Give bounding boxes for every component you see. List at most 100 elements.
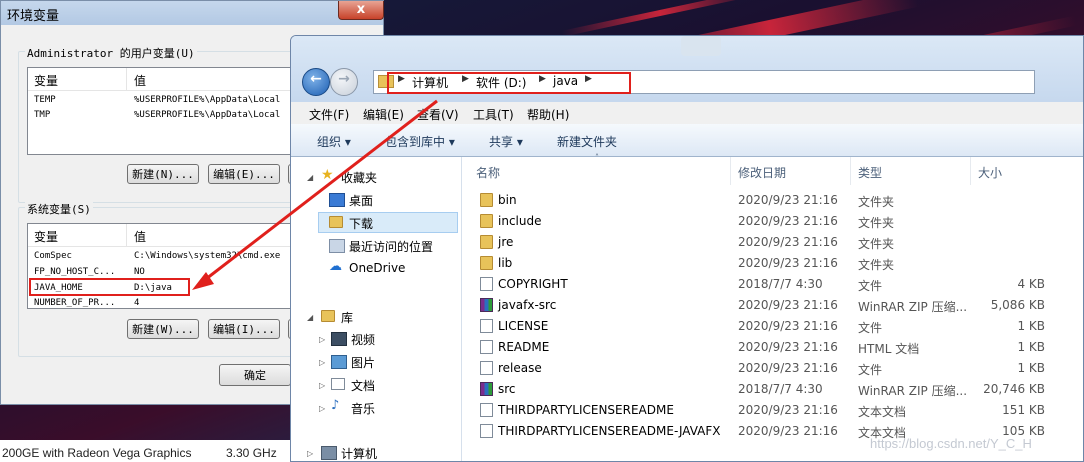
- download-folder-icon: [329, 216, 343, 228]
- share-button[interactable]: 共享 ▾: [489, 133, 523, 150]
- library-icon: [321, 310, 335, 322]
- dialog-titlebar: 环境变量 x: [1, 1, 384, 25]
- file-name: bin: [498, 193, 517, 207]
- organize-button[interactable]: 组织 ▾: [317, 133, 351, 150]
- table-row[interactable]: jre 2020/9/23 21:16 文件夹: [462, 232, 1083, 253]
- user-new-button[interactable]: 新建(N)...: [127, 164, 199, 184]
- folder-icon: [480, 193, 493, 207]
- forward-button[interactable]: →: [330, 68, 358, 96]
- nav-label: 图片: [351, 356, 376, 370]
- column-header-type[interactable]: 类型: [852, 157, 970, 185]
- system-edit-button[interactable]: 编辑(I)...: [208, 319, 280, 339]
- expand-icon[interactable]: ▷: [307, 449, 313, 458]
- file-type: 文件: [858, 279, 883, 293]
- expand-icon[interactable]: ▷: [319, 335, 325, 344]
- nav-label: 下载: [349, 217, 374, 231]
- menu-file[interactable]: 文件(F): [309, 106, 349, 123]
- ok-button[interactable]: 确定: [219, 364, 291, 386]
- table-row[interactable]: COPYRIGHT 2018/7/7 4:30 文件 4 KB: [462, 274, 1083, 295]
- file-size: 4 KB: [1017, 277, 1045, 291]
- nav-label: 库: [341, 311, 354, 325]
- file-type: 文件夹: [858, 237, 895, 251]
- file-type: 文件夹: [858, 216, 895, 230]
- column-header-name[interactable]: 名称 ˄: [462, 153, 724, 185]
- file-icon: [480, 319, 493, 333]
- var-name: NUMBER_OF_PR...: [34, 298, 116, 308]
- column-value: 值: [134, 74, 147, 88]
- recent-places-icon: [329, 239, 345, 253]
- nav-label: OneDrive: [349, 261, 406, 275]
- file-type: 文件夹: [858, 258, 895, 272]
- nav-label: 文档: [351, 379, 376, 393]
- new-folder-button[interactable]: 新建文件夹: [557, 133, 617, 150]
- close-button[interactable]: x: [338, 1, 384, 20]
- file-name: release: [498, 361, 542, 375]
- menu-help[interactable]: 帮助(H): [527, 106, 569, 123]
- file-type: 文本文档: [858, 405, 907, 419]
- folder-icon: [480, 235, 493, 249]
- menu-view[interactable]: 查看(V): [417, 106, 459, 123]
- command-toolbar: 组织 ▾ 包含到库中 ▾ 共享 ▾ 新建文件夹: [291, 124, 1083, 157]
- menu-edit[interactable]: 编辑(E): [363, 106, 404, 123]
- column-header-size[interactable]: 大小: [972, 157, 1082, 185]
- file-type: WinRAR ZIP 压缩...: [858, 384, 968, 398]
- column-value: 值: [134, 230, 147, 244]
- table-row[interactable]: bin 2020/9/23 21:16 文件夹: [462, 190, 1083, 211]
- header-label: 大小: [978, 166, 1003, 180]
- table-row[interactable]: lib 2020/9/23 21:16 文件夹: [462, 253, 1083, 274]
- expand-icon[interactable]: ▷: [319, 381, 325, 390]
- explorer-window: ← → ▶ 计算机 ▶ 软件 (D:) ▶ java ▶ 文件(F) 编辑(E)…: [290, 35, 1084, 462]
- include-in-library-button[interactable]: 包含到库中 ▾: [385, 133, 455, 150]
- file-size: 1 KB: [1017, 319, 1045, 333]
- system-variables-label: 系统变量(S): [25, 201, 93, 217]
- file-icon: [480, 361, 493, 375]
- menu-tools[interactable]: 工具(T): [473, 106, 514, 123]
- table-row[interactable]: release 2020/9/23 21:16 文件 1 KB: [462, 358, 1083, 379]
- file-name: LICENSE: [498, 319, 549, 333]
- system-info-strip: 200GE with Radeon Vega Graphics 3.30 GHz: [0, 440, 300, 462]
- nav-label: 桌面: [349, 194, 374, 208]
- table-row[interactable]: src 2018/7/7 4:30 WinRAR ZIP 压缩... 20,746 K…: [462, 379, 1083, 400]
- header-label: 名称: [476, 166, 501, 180]
- file-icon: [480, 340, 493, 354]
- expand-icon[interactable]: ▷: [319, 358, 325, 367]
- archive-icon: [480, 382, 493, 396]
- folder-icon: [480, 214, 493, 228]
- gear-icon: [681, 36, 721, 56]
- table-row[interactable]: README 2020/9/23 21:16 HTML 文档 1 KB: [462, 337, 1083, 358]
- collapse-icon[interactable]: ◢: [307, 313, 313, 322]
- table-row[interactable]: LICENSE 2020/9/23 21:16 文件 1 KB: [462, 316, 1083, 337]
- var-name: FP_NO_HOST_C...: [34, 267, 116, 277]
- file-name: src: [498, 382, 516, 396]
- file-type: 文件: [858, 363, 883, 377]
- java-home-highlight: [29, 278, 190, 296]
- forward-arrow-icon: →: [338, 71, 350, 87]
- header-label: 类型: [858, 166, 883, 180]
- column-header-modified[interactable]: 修改日期: [732, 157, 850, 185]
- back-button[interactable]: ←: [302, 68, 330, 96]
- cloud-icon: ☁: [329, 259, 342, 274]
- star-icon: ★: [321, 167, 334, 183]
- table-row[interactable]: THIRDPARTYLICENSEREADME 2020/9/23 21:16 文本…: [462, 400, 1083, 421]
- file-modified: 2020/9/23 21:16: [738, 340, 838, 354]
- var-value: %USERPROFILE%\AppData\Local: [134, 95, 281, 105]
- file-modified: 2020/9/23 21:16: [738, 256, 838, 270]
- file-name: THIRDPARTYLICENSEREADME: [498, 403, 674, 417]
- file-icon: [480, 277, 493, 291]
- collapse-icon[interactable]: ◢: [307, 173, 313, 182]
- expand-icon[interactable]: ▷: [319, 404, 325, 413]
- file-size: 20,746 KB: [983, 382, 1045, 396]
- file-modified: 2020/9/23 21:16: [738, 403, 838, 417]
- user-variables-label: Administrator 的用户变量(U): [25, 45, 197, 61]
- system-new-button[interactable]: 新建(W)...: [127, 319, 199, 339]
- file-list: 名称 ˄ 修改日期 类型 大小 bin 2020/9/23 21:16 文件夹 inc…: [462, 153, 1083, 461]
- file-modified: 2020/9/23 21:16: [738, 361, 838, 375]
- file-modified: 2018/7/7 4:30: [738, 382, 823, 396]
- file-modified: 2018/7/7 4:30: [738, 277, 823, 291]
- file-name: COPYRIGHT: [498, 277, 568, 291]
- watermark: https://blog.csdn.net/Y_C_H: [870, 436, 1032, 451]
- user-edit-button[interactable]: 编辑(E)...: [208, 164, 280, 184]
- file-type: WinRAR ZIP 压缩...: [858, 300, 968, 314]
- table-row[interactable]: include 2020/9/23 21:16 文件夹: [462, 211, 1083, 232]
- table-row[interactable]: javafx-src 2020/9/23 21:16 WinRAR ZIP 压缩..…: [462, 295, 1083, 316]
